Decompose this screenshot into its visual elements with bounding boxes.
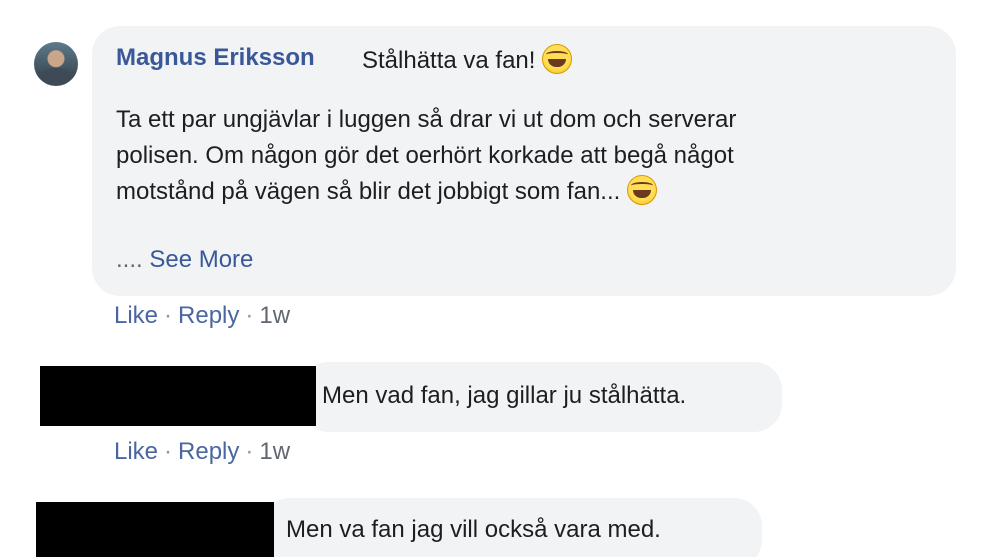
laughing-emoji-icon bbox=[542, 44, 573, 74]
separator: · bbox=[164, 438, 173, 465]
redacted-author bbox=[40, 366, 316, 426]
see-more-link[interactable]: .... See More bbox=[116, 246, 253, 274]
avatar[interactable] bbox=[34, 42, 78, 86]
redacted-author bbox=[36, 502, 274, 557]
like-button[interactable]: Like bbox=[114, 302, 158, 329]
comment-first-line: Stålhätta va fan! bbox=[362, 44, 573, 75]
comment-body-line: Ta ett par ungjävlar i luggen så drar vi… bbox=[116, 106, 737, 133]
reply-button[interactable]: Reply bbox=[178, 302, 239, 329]
comment-text: Men vad fan, jag gillar ju stålhätta. bbox=[322, 382, 687, 409]
comment-text: Men va fan jag vill också vara med. bbox=[286, 516, 661, 543]
comment-body-line: motstånd på vägen så blir det jobbigt so… bbox=[116, 174, 736, 210]
comment-actions: Like · Reply · 1w bbox=[114, 438, 290, 466]
separator: · bbox=[164, 302, 173, 329]
separator: · bbox=[245, 302, 254, 329]
comment-body: Ta ett par ungjävlar i luggen så drar vi… bbox=[116, 102, 736, 210]
comment-author[interactable]: Magnus Eriksson bbox=[116, 44, 315, 72]
laughing-emoji-icon bbox=[626, 175, 657, 205]
like-button[interactable]: Like bbox=[114, 438, 158, 465]
timestamp[interactable]: 1w bbox=[259, 438, 290, 465]
comment-actions: Like · Reply · 1w bbox=[114, 302, 290, 330]
comment-body-line: polisen. Om någon gör det oerhört korkad… bbox=[116, 142, 734, 169]
reply-button[interactable]: Reply bbox=[178, 438, 239, 465]
separator: · bbox=[245, 438, 254, 465]
timestamp[interactable]: 1w bbox=[259, 302, 290, 329]
